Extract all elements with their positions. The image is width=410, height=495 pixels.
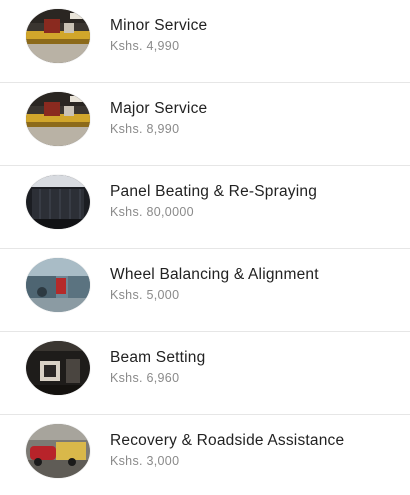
service-price: Kshs. 80,0000 xyxy=(110,205,194,219)
service-title: Beam Setting xyxy=(110,349,206,366)
service-item-major-service[interactable]: Major Service Kshs. 8,990 xyxy=(0,83,410,166)
service-title: Major Service xyxy=(110,100,208,117)
service-price: Kshs. 8,990 xyxy=(110,122,180,136)
service-title: Wheel Balancing & Alignment xyxy=(110,266,319,283)
wheel-alignment-photo-icon xyxy=(26,258,90,312)
service-list: Minor Service Kshs. 4,990 Major Service … xyxy=(0,0,410,495)
spray-booth-photo-icon xyxy=(26,175,90,229)
service-item-wheel-balancing[interactable]: Wheel Balancing & Alignment Kshs. 5,000 xyxy=(0,249,410,332)
service-title: Minor Service xyxy=(110,17,208,34)
service-item-beam-setting[interactable]: Beam Setting Kshs. 6,960 xyxy=(0,332,410,415)
service-item-recovery[interactable]: Recovery & Roadside Assistance Kshs. 3,0… xyxy=(0,415,410,495)
service-price: Kshs. 4,990 xyxy=(110,39,180,53)
headlamp-beam-photo-icon xyxy=(26,341,90,395)
service-title: Panel Beating & Re-Spraying xyxy=(110,183,318,200)
service-price: Kshs. 5,000 xyxy=(110,288,180,302)
tow-truck-photo-icon xyxy=(26,424,90,478)
workshop-lift-photo-icon xyxy=(26,92,90,146)
service-item-minor-service[interactable]: Minor Service Kshs. 4,990 xyxy=(0,0,410,83)
service-item-panel-beating[interactable]: Panel Beating & Re-Spraying Kshs. 80,000… xyxy=(0,166,410,249)
workshop-lift-photo-icon xyxy=(26,9,90,63)
service-title: Recovery & Roadside Assistance xyxy=(110,432,345,449)
service-price: Kshs. 6,960 xyxy=(110,371,180,385)
service-price: Kshs. 3,000 xyxy=(110,454,180,468)
